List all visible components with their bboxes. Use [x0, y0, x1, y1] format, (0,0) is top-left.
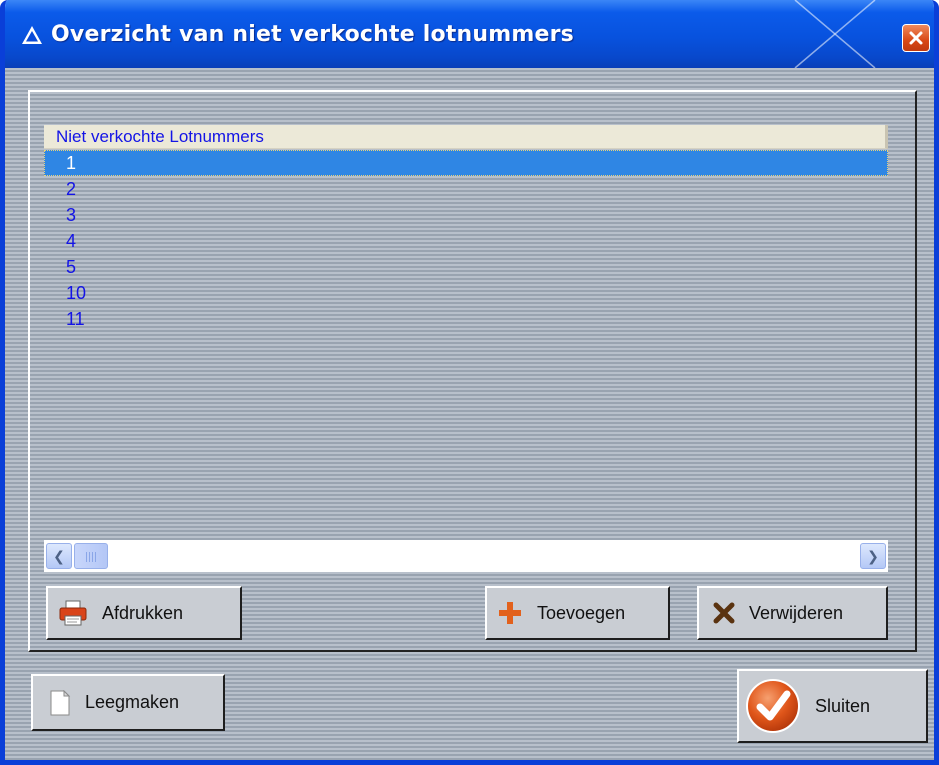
close-dialog-button-label: Sluiten	[815, 695, 871, 716]
client-area: Niet verkochte Lotnummers 1 2 3 4 5 10 1…	[5, 68, 934, 760]
chevron-left-icon: ❮	[53, 548, 65, 564]
lotnumbers-group: Niet verkochte Lotnummers 1 2 3 4 5 10 1…	[28, 90, 917, 652]
scroll-left-button[interactable]: ❮	[46, 543, 72, 569]
scrollbar-thumb[interactable]	[74, 543, 108, 569]
printer-icon	[59, 600, 87, 626]
app-window: Overzicht van niet verkochte lotnummers …	[0, 0, 939, 765]
plus-icon	[499, 602, 521, 624]
title-bar[interactable]: Overzicht van niet verkochte lotnummers	[5, 0, 934, 68]
list-item[interactable]: 2	[44, 176, 888, 202]
list-item[interactable]: 5	[44, 254, 888, 280]
titlebar-decoration	[794, 0, 876, 68]
list-item[interactable]: 3	[44, 202, 888, 228]
list-item[interactable]: 10	[44, 280, 888, 306]
clear-button[interactable]: Leegmaken	[31, 674, 225, 731]
list-item[interactable]: 1	[44, 150, 888, 176]
list-item[interactable]: 4	[44, 228, 888, 254]
chevron-right-icon: ❯	[867, 548, 879, 564]
close-dialog-button[interactable]: Sluiten	[737, 669, 928, 743]
checkmark-icon	[746, 679, 800, 733]
close-button[interactable]	[902, 24, 930, 52]
list-item[interactable]: 11	[44, 306, 888, 332]
blank-page-icon	[50, 689, 71, 715]
grip-icon	[86, 552, 96, 562]
triangle-app-icon	[22, 26, 42, 44]
print-button[interactable]: Afdrukken	[46, 586, 242, 640]
print-button-label: Afdrukken	[102, 602, 184, 623]
horizontal-scrollbar[interactable]: ❮ ❯	[44, 540, 888, 572]
window-title: Overzicht van niet verkochte lotnummers	[51, 22, 574, 47]
x-delete-icon	[713, 602, 735, 624]
scroll-right-button[interactable]: ❯	[860, 543, 886, 569]
delete-button[interactable]: Verwijderen	[697, 586, 888, 640]
lotnumbers-list[interactable]: 1 2 3 4 5 10 11	[44, 150, 888, 332]
clear-button-label: Leegmaken	[85, 692, 180, 712]
close-icon	[909, 31, 923, 45]
add-button-label: Toevoegen	[537, 602, 626, 623]
delete-button-label: Verwijderen	[749, 602, 844, 623]
list-column-header[interactable]: Niet verkochte Lotnummers	[44, 125, 888, 149]
add-button[interactable]: Toevoegen	[485, 586, 670, 640]
